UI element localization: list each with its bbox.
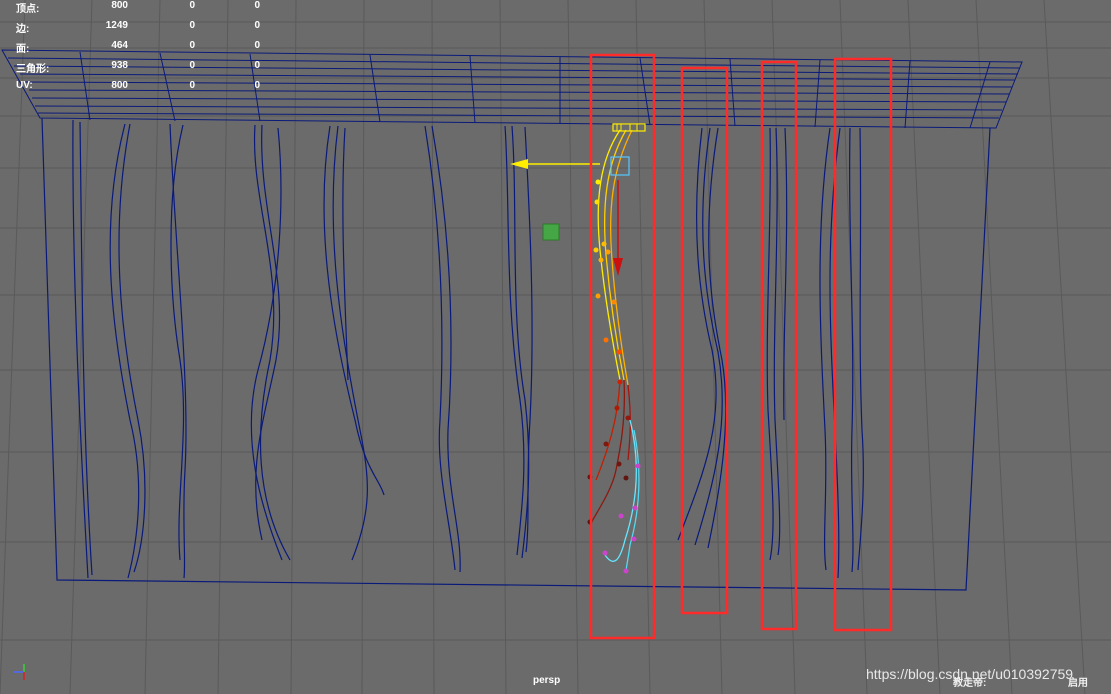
status-label: 教走帝:: [953, 678, 987, 689]
hud-value: 800: [111, 80, 128, 91]
hud-value: 800: [111, 0, 128, 11]
viewport-canvas[interactable]: [0, 0, 1111, 694]
hud-value: 0: [254, 0, 260, 11]
hud-value: 0: [189, 60, 195, 71]
hud-label: 三角形:: [16, 64, 50, 75]
hud-row-uvs: UV: 800 0 0: [0, 80, 290, 96]
hud-value: 0: [189, 40, 195, 51]
hud-value: 1249: [105, 20, 128, 31]
hud-label: 边:: [16, 24, 30, 35]
hud-row-faces: 面: 464 0 0: [0, 40, 290, 56]
hud-value: 0: [189, 20, 195, 31]
hud-value: 464: [111, 40, 128, 51]
selected-guide-curves[interactable]: [589, 129, 640, 573]
hud-row-edges: 边: 1249 0 0: [0, 20, 290, 36]
axis-gizmo-icon: [13, 664, 25, 680]
hud-row-vertices: 顶点: 800 0 0: [0, 0, 290, 16]
curve-root-marker[interactable]: [612, 123, 646, 132]
hud-value: 0: [254, 60, 260, 71]
camera-label: persp: [533, 675, 561, 686]
status-enabled: 启用: [1068, 678, 1088, 689]
hud-row-triangles: 三角形: 938 0 0: [0, 60, 290, 76]
hud-value: 0: [254, 40, 260, 51]
hud-value: 938: [111, 60, 128, 71]
3d-viewport[interactable]: [0, 0, 1111, 694]
hud-value: 0: [254, 80, 260, 91]
hud-label: UV:: [16, 80, 33, 91]
hud-value: 0: [189, 80, 195, 91]
hud-label: 顶点:: [16, 4, 40, 15]
hud-value: 0: [189, 0, 195, 11]
hud-value: 0: [254, 20, 260, 31]
hud-label: 面:: [16, 44, 30, 55]
hair-strands: [72, 119, 864, 579]
